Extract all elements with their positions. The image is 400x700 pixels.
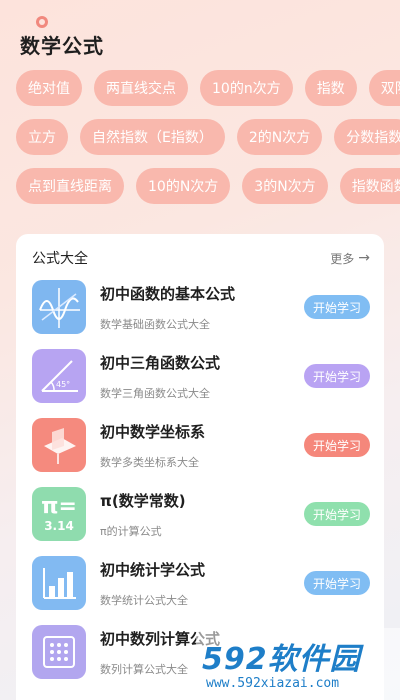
- tag-point-line-distance[interactable]: 点到直线距离: [16, 168, 124, 204]
- more-label: 更多: [330, 251, 355, 266]
- page-title: 数学公式: [20, 34, 104, 58]
- item-subtitle: 数学统计公式大全: [100, 593, 188, 607]
- sequence-grid-icon: [32, 625, 86, 679]
- item-title: 初中统计学公式: [100, 560, 206, 579]
- tag-row-1: 绝对值 两直线交点 10的n次方 指数 双队: [16, 70, 400, 106]
- tag-exponential-function[interactable]: 指数函数: [339, 168, 400, 204]
- tag-10-power-N[interactable]: 10的N次方: [136, 168, 231, 204]
- tag-exponent[interactable]: 指数: [304, 70, 357, 106]
- start-learning-button[interactable]: 开始学习: [304, 295, 370, 319]
- list-item[interactable]: 45° 初中三角函数公式 数学三角函数公式大全 开始学习: [32, 349, 370, 403]
- item-subtitle: 数学基础函数公式大全: [100, 317, 210, 331]
- pi-symbol: π=: [41, 494, 77, 519]
- card-header: 公式大全 更多 →: [32, 248, 370, 268]
- tag-3-power-n[interactable]: 3的N次方: [242, 168, 328, 204]
- start-learning-button[interactable]: 开始学习: [304, 364, 370, 388]
- item-title: 初中数学坐标系: [100, 422, 206, 441]
- start-learning-button[interactable]: 开始学习: [304, 433, 370, 457]
- item-subtitle: π的计算公式: [100, 524, 162, 538]
- angle-label: 45°: [56, 380, 70, 389]
- pi-icon: π= 3.14: [32, 487, 86, 541]
- tag-row-2: 立方 自然指数（E指数） 2的N次方 分数指数: [16, 119, 400, 155]
- tag-row-3: 点到直线距离 10的N次方 3的N次方 指数函数: [16, 168, 400, 204]
- title-decoration-icon: [36, 16, 48, 28]
- list-item[interactable]: 初中数学坐标系 数学多类坐标系大全 开始学习: [32, 418, 370, 472]
- list-item[interactable]: π= 3.14 π(数学常数) π的计算公式 开始学习: [32, 487, 370, 541]
- tag-cube[interactable]: 立方: [16, 119, 68, 155]
- watermark-url: www.592xiazai.com: [206, 676, 340, 691]
- start-learning-button[interactable]: 开始学习: [304, 502, 370, 526]
- function-graph-icon: [32, 280, 86, 334]
- more-link[interactable]: 更多 →: [330, 250, 370, 267]
- tag-natural-exponent[interactable]: 自然指数（E指数）: [80, 119, 225, 155]
- arrow-right-icon: →: [358, 250, 370, 266]
- tag-absolute-value[interactable]: 绝对值: [16, 70, 82, 106]
- tag-truncated-1[interactable]: 双队: [368, 70, 400, 106]
- item-subtitle: 数学三角函数公式大全: [100, 386, 210, 400]
- item-title: 初中函数的基本公式: [100, 284, 236, 303]
- tag-line-intersection[interactable]: 两直线交点: [94, 70, 188, 106]
- card-title: 公式大全: [32, 251, 88, 267]
- bar-chart-icon: [32, 556, 86, 610]
- angle-icon: 45°: [32, 349, 86, 403]
- start-learning-button[interactable]: 开始学习: [304, 571, 370, 595]
- watermark: 592软件园 www.592xiazai.com: [196, 628, 400, 700]
- list-item[interactable]: 初中统计学公式 数学统计公式大全 开始学习: [32, 556, 370, 610]
- item-title: 初中三角函数公式: [100, 353, 221, 372]
- watermark-logo: 592软件园: [202, 642, 361, 677]
- coordinate-plane-icon: [32, 418, 86, 472]
- tag-10-power-n[interactable]: 10的n次方: [200, 70, 293, 106]
- pi-value: 3.14: [44, 519, 74, 533]
- list-item[interactable]: 初中函数的基本公式 数学基础函数公式大全 开始学习: [32, 280, 370, 334]
- item-subtitle: 数学多类坐标系大全: [100, 455, 199, 469]
- tag-fraction-exponent[interactable]: 分数指数: [334, 119, 400, 155]
- tag-2-power-n[interactable]: 2的N次方: [236, 119, 323, 155]
- item-title: π(数学常数): [100, 491, 186, 510]
